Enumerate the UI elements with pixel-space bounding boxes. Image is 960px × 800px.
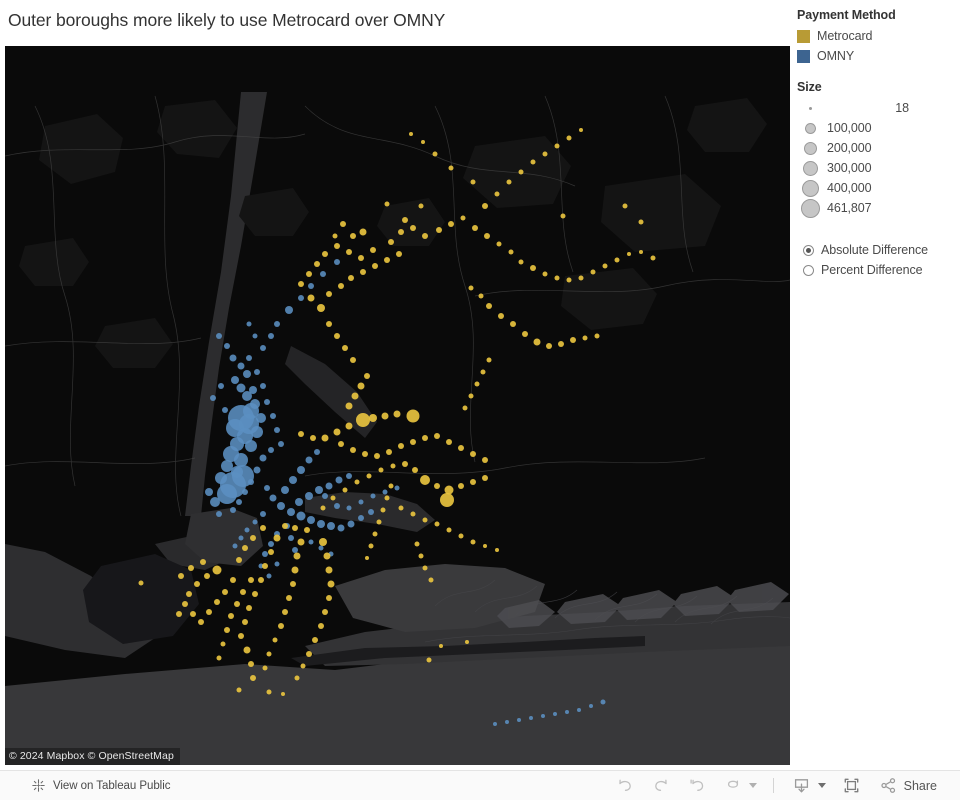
omny-color-swatch: [797, 49, 810, 63]
legend-item-label: Metrocard: [817, 29, 873, 43]
tableau-viz-container: Outer boroughs more likely to use Metroc…: [0, 0, 960, 800]
size-legend-value: 18: [895, 101, 909, 115]
size-bubble-cell: [797, 106, 823, 110]
size-legend-value: 100,000: [827, 121, 872, 135]
size-bubble-cell: [797, 179, 823, 197]
size-bubble-cell: [797, 122, 823, 134]
view-on-tableau-public-button[interactable]: View on Tableau Public: [0, 778, 170, 793]
legend-item-label: OMNY: [817, 49, 855, 63]
size-legend-value: 400,000: [827, 181, 872, 195]
size-bubble: [808, 106, 812, 110]
size-legend-item: 400,000: [797, 178, 957, 198]
refresh-icon: [727, 780, 738, 788]
toolbar-actions: Share: [607, 771, 960, 800]
size-bubble-cell: [797, 141, 823, 155]
size-legend-title: Size: [797, 80, 822, 94]
redo-icon: [654, 779, 667, 791]
radio-option-percent-difference[interactable]: Percent Difference: [803, 260, 958, 280]
undo-icon: [618, 779, 631, 791]
difference-measure-radio-group[interactable]: Absolute Difference Percent Difference: [803, 240, 958, 280]
map-attribution: © 2024 Mapbox © OpenStreetMap: [5, 748, 180, 765]
size-legend: Size 18 100,000 200,000 300,000 400,000 …: [797, 80, 957, 218]
redo-button[interactable]: [643, 771, 679, 800]
size-legend-item: 200,000: [797, 138, 957, 158]
map-render: [5, 46, 790, 765]
size-legend-item: 18: [797, 98, 957, 118]
legend-item-metrocard[interactable]: Metrocard: [797, 26, 957, 46]
revert-icon: [690, 778, 703, 791]
fullscreen-icon: [844, 778, 859, 793]
refresh-dropdown-caret[interactable]: [748, 783, 757, 788]
size-bubble: [801, 179, 819, 197]
size-bubble: [804, 122, 816, 134]
size-legend-item: 100,000: [797, 118, 957, 138]
download-button[interactable]: [783, 771, 815, 800]
radio-option-label: Absolute Difference: [821, 243, 928, 257]
metrocard-color-swatch: [797, 29, 810, 43]
map-canvas[interactable]: © 2024 Mapbox © OpenStreetMap: [5, 46, 790, 765]
payment-method-legend-title: Payment Method: [797, 8, 896, 22]
size-legend-value: 200,000: [827, 141, 872, 155]
radio-option-absolute-difference[interactable]: Absolute Difference: [803, 240, 958, 260]
size-bubble-cell: [797, 198, 823, 218]
share-button[interactable]: Share: [870, 771, 946, 800]
share-icon: [881, 778, 895, 793]
legend-item-omny[interactable]: OMNY: [797, 46, 957, 66]
undo-button[interactable]: [607, 771, 643, 800]
download-icon: [794, 779, 808, 793]
size-legend-value: 300,000: [827, 161, 872, 175]
page-title: Outer boroughs more likely to use Metroc…: [8, 10, 446, 30]
size-bubble-cell: [797, 160, 823, 176]
revert-button[interactable]: [679, 771, 715, 800]
tableau-logo-icon: [31, 778, 46, 793]
view-on-tableau-public-label: View on Tableau Public: [53, 779, 171, 792]
radio-icon[interactable]: [803, 264, 814, 276]
radio-icon-selected[interactable]: [803, 244, 814, 256]
fullscreen-button[interactable]: [833, 771, 870, 800]
size-bubble: [802, 160, 818, 176]
toolbar-divider: [772, 778, 774, 793]
legend-panel: Payment Method Metrocard OMNY Size 18 10…: [797, 8, 957, 218]
share-label: Share: [903, 778, 937, 793]
size-legend-item: 461,807: [797, 198, 957, 218]
bottom-toolbar: View on Tableau Public Share: [0, 770, 960, 800]
size-legend-value: 461,807: [827, 201, 872, 215]
payment-method-legend: Payment Method Metrocard OMNY: [797, 8, 957, 66]
size-bubble: [803, 141, 817, 155]
size-bubble: [800, 198, 820, 218]
radio-option-label: Percent Difference: [821, 263, 923, 277]
size-legend-item: 300,000: [797, 158, 957, 178]
refresh-button[interactable]: [715, 771, 746, 800]
download-dropdown-caret[interactable]: [817, 783, 826, 788]
